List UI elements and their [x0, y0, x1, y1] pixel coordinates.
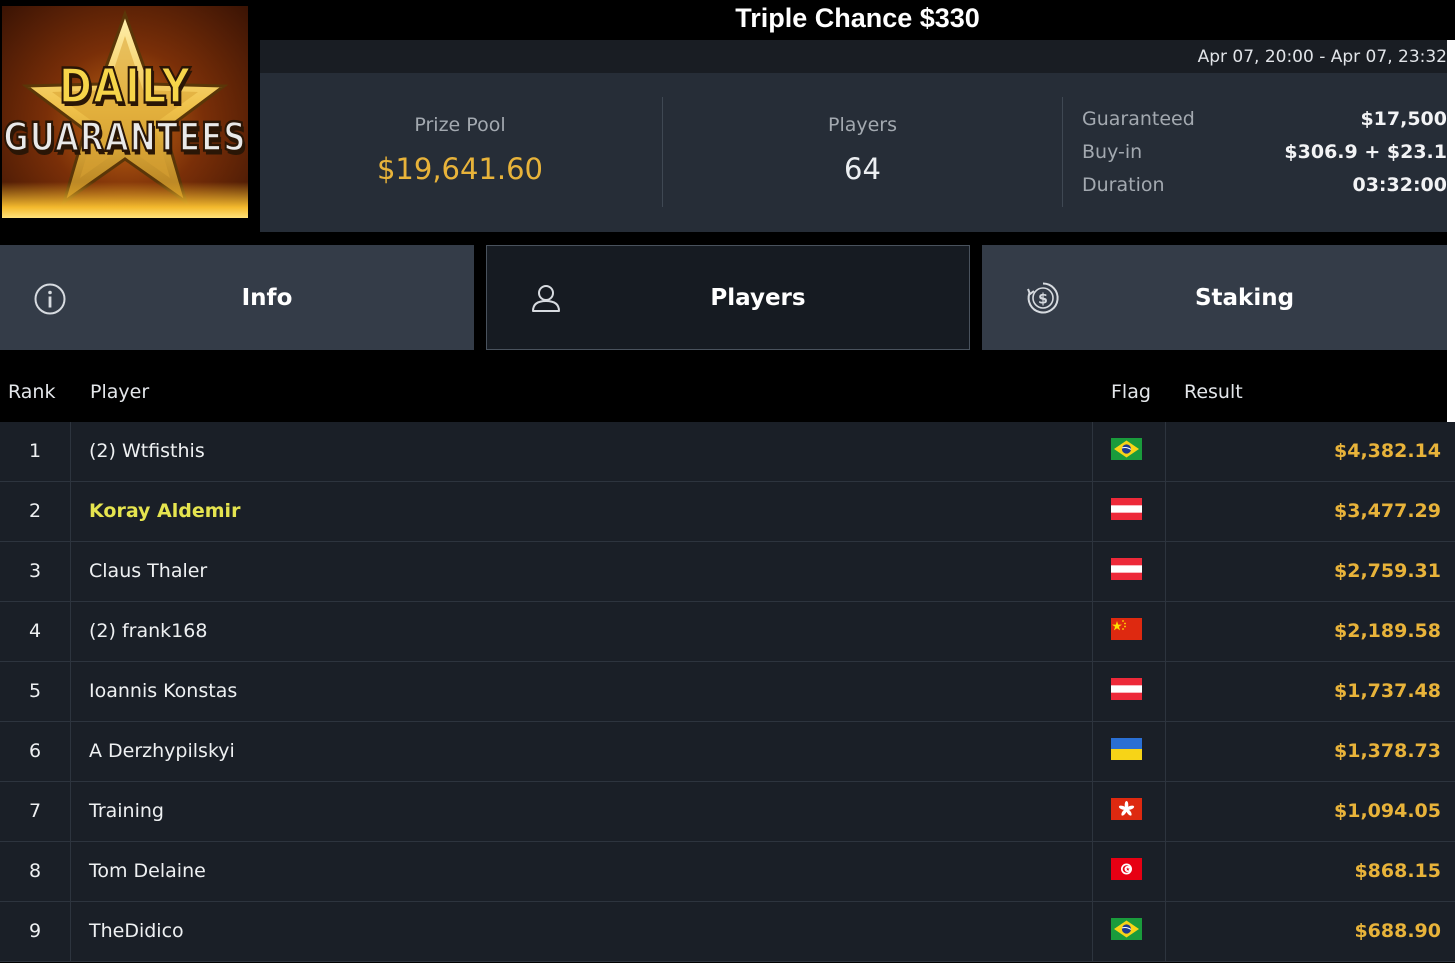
hong-kong-flag-icon	[1111, 798, 1142, 820]
result-cell: $4,382.14	[1334, 440, 1441, 462]
austria-flag-icon	[1111, 558, 1142, 580]
logo-line2: GUARANTEES	[2, 114, 247, 162]
result-cell: $1,378.73	[1334, 740, 1441, 762]
header-rank[interactable]: Rank	[8, 381, 55, 403]
player-name[interactable]: Training	[89, 782, 164, 840]
guaranteed-row: Guaranteed $17,500	[1082, 107, 1447, 140]
result-cell: $2,759.31	[1334, 560, 1441, 582]
prize-pool-value: $19,641.60	[376, 152, 544, 186]
brazil-flag-icon	[1111, 918, 1142, 940]
rank-cell: 3	[0, 542, 71, 601]
tournament-logo: DAILY GUARANTEES	[0, 0, 260, 232]
buyin-value: $306.9 + $23.1	[1284, 141, 1447, 163]
player-name[interactable]: A Derzhypilskyi	[89, 722, 235, 780]
result-cell: $3,477.29	[1334, 500, 1441, 522]
duration-row: Duration 03:32:00	[1082, 173, 1447, 206]
rank-cell: 5	[0, 662, 71, 721]
player-name[interactable]: Ioannis Konstas	[89, 662, 237, 720]
player-name[interactable]: Koray Aldemir	[89, 482, 240, 540]
table-row[interactable]: 5 Ioannis Konstas $1,737.48	[0, 662, 1455, 722]
austria-flag-icon	[1111, 498, 1142, 520]
table-row[interactable]: 6 A Derzhypilskyi $1,378.73	[0, 722, 1455, 782]
table-row[interactable]: 4 (2) frank168 $2,189.58	[0, 602, 1455, 662]
guaranteed-label: Guaranteed	[1082, 108, 1195, 130]
tab-info[interactable]: Info	[0, 245, 474, 350]
prize-pool-stat: Prize Pool $19,641.60	[260, 97, 660, 207]
players-table-header: Rank Player Flag Result	[0, 362, 1447, 422]
china-flag-icon	[1111, 618, 1142, 640]
austria-flag-icon	[1111, 678, 1142, 700]
result-cell: $1,737.48	[1334, 680, 1441, 702]
tunisia-flag-icon	[1111, 858, 1142, 880]
table-row[interactable]: 2 Koray Aldemir $3,477.29	[0, 482, 1455, 542]
result-cell: $868.15	[1354, 860, 1441, 882]
player-name[interactable]: Tom Delaine	[89, 842, 206, 900]
prize-pool-label: Prize Pool	[414, 114, 506, 136]
rank-cell: 1	[0, 422, 71, 481]
header-result[interactable]: Result	[1184, 381, 1243, 403]
duration-value: 03:32:00	[1352, 174, 1447, 196]
rank-cell: 9	[0, 902, 71, 961]
result-cell: $1,094.05	[1334, 800, 1441, 822]
player-name[interactable]: (2) Wtfisthis	[89, 422, 205, 480]
player-name[interactable]: (2) frank168	[89, 602, 207, 660]
tab-staking-label: Staking	[1194, 284, 1295, 311]
logo-line1: DAILY	[58, 58, 192, 116]
tournament-details: Guaranteed $17,500 Buy-in $306.9 + $23.1…	[1062, 97, 1447, 207]
player-name[interactable]: Claus Thaler	[89, 542, 207, 600]
tab-info-label: Info	[241, 284, 293, 311]
header-player[interactable]: Player	[90, 381, 149, 403]
players-label: Players	[827, 114, 898, 136]
table-row[interactable]: 3 Claus Thaler $2,759.31	[0, 542, 1455, 602]
tournament-title: Triple Chance $330	[260, 0, 1455, 40]
tab-players-label: Players	[710, 284, 806, 311]
table-row[interactable]: 7 Training $1,094.05	[0, 782, 1455, 842]
players-table-body: 1 (2) Wtfisthis $4,382.14 2 Koray Aldemi…	[0, 422, 1455, 962]
rank-cell: 4	[0, 602, 71, 661]
ukraine-flag-icon	[1111, 738, 1142, 760]
header-flag[interactable]: Flag	[1111, 381, 1151, 403]
buyin-row: Buy-in $306.9 + $23.1	[1082, 140, 1447, 173]
table-row[interactable]: 9 TheDidico $688.90	[0, 902, 1455, 962]
buyin-label: Buy-in	[1082, 141, 1143, 163]
tab-staking[interactable]: $ Staking	[982, 245, 1447, 350]
tab-players[interactable]: Players	[486, 245, 970, 350]
table-row[interactable]: 1 (2) Wtfisthis $4,382.14	[0, 422, 1455, 482]
brazil-flag-icon	[1111, 438, 1142, 460]
tab-bar: Info Players $ Staking	[0, 232, 1447, 362]
stats-panel: Prize Pool $19,641.60 Players 64 Guarant…	[260, 73, 1447, 232]
guaranteed-value: $17,500	[1360, 108, 1447, 130]
players-stat: Players 64	[662, 97, 1062, 207]
result-cell: $2,189.58	[1334, 620, 1441, 642]
duration-label: Duration	[1082, 174, 1165, 196]
table-row[interactable]: 8 Tom Delaine $868.15	[0, 842, 1455, 902]
rank-cell: 7	[0, 782, 71, 841]
result-cell: $688.90	[1354, 920, 1441, 942]
window-edge	[1447, 0, 1455, 422]
rank-cell: 6	[0, 722, 71, 781]
date-range: Apr 07, 20:00 - Apr 07, 23:32	[260, 40, 1447, 73]
players-value: 64	[844, 152, 881, 186]
player-name[interactable]: TheDidico	[89, 902, 184, 960]
rank-cell: 8	[0, 842, 71, 901]
rank-cell: 2	[0, 482, 71, 541]
